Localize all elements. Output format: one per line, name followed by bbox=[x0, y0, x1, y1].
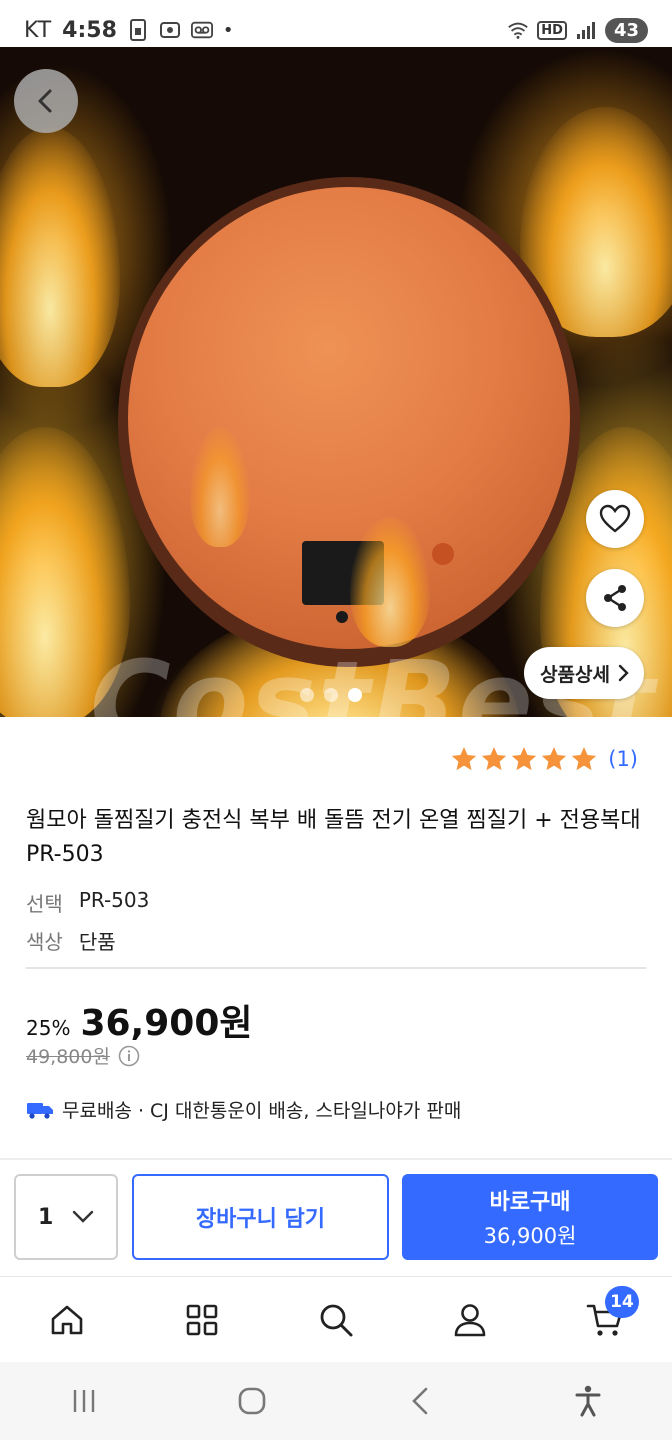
buy-now-price: 36,900원 bbox=[483, 1224, 577, 1248]
product-rating[interactable]: (1) bbox=[450, 745, 638, 773]
discount-rate: 25% bbox=[26, 1016, 71, 1040]
accessibility-button[interactable] bbox=[548, 1371, 628, 1431]
back-button[interactable] bbox=[14, 69, 78, 133]
star-icon bbox=[482, 747, 507, 771]
option-key: 선택 bbox=[26, 892, 63, 916]
carousel-page-indicator bbox=[300, 688, 362, 702]
nav-category[interactable] bbox=[162, 1280, 242, 1360]
nav-account[interactable] bbox=[430, 1280, 510, 1360]
hd-badge: HD bbox=[537, 20, 567, 40]
sale-price: 36,900원 bbox=[80, 1003, 253, 1044]
screenshot-icon bbox=[159, 19, 181, 41]
option-row-color: 색상 단품 bbox=[26, 926, 116, 955]
chevron-right-icon bbox=[618, 664, 629, 682]
shipping-info: 무료배송 · CJ 대한통운이 배송, 스타일나야가 판매 bbox=[26, 1096, 461, 1123]
search-icon bbox=[320, 1304, 353, 1336]
product-detail-button[interactable]: 상품상세 bbox=[524, 647, 644, 699]
chevron-down-icon bbox=[72, 1210, 94, 1223]
sim-card-icon bbox=[127, 19, 149, 41]
home-circle-icon bbox=[238, 1387, 266, 1415]
quantity-select[interactable]: 1 bbox=[14, 1174, 118, 1260]
system-home-button[interactable] bbox=[212, 1371, 292, 1431]
back-arrow-icon bbox=[38, 89, 52, 113]
product-title: 웜모아 돌찜질기 충전식 복부 배 돌뜸 전기 온열 찜질기 + 전용복대 PR… bbox=[26, 808, 641, 867]
heart-icon bbox=[599, 504, 631, 533]
back-icon bbox=[412, 1387, 428, 1415]
notification-dot: • bbox=[222, 19, 234, 41]
cart-count-badge: 14 bbox=[605, 1285, 639, 1318]
carousel-dot-active[interactable] bbox=[348, 688, 362, 702]
flame-shape bbox=[0, 127, 120, 387]
system-back-button[interactable] bbox=[380, 1371, 460, 1431]
review-count[interactable]: (1) bbox=[608, 747, 638, 771]
recents-button[interactable] bbox=[44, 1371, 124, 1431]
nav-cart[interactable]: 14 bbox=[565, 1280, 645, 1360]
clock: 4:58 bbox=[62, 17, 117, 43]
carrier-label: KT bbox=[24, 17, 53, 43]
carousel-dot[interactable] bbox=[300, 688, 314, 702]
original-price: 49,800원 bbox=[26, 1046, 110, 1068]
product-detail-label: 상품상세 bbox=[540, 663, 610, 686]
product-image-carousel[interactable]: CostBest 상품상세 bbox=[0, 47, 672, 717]
home-icon bbox=[51, 1305, 83, 1334]
option-value: 단품 bbox=[78, 930, 116, 954]
nav-search[interactable] bbox=[296, 1280, 376, 1360]
share-icon bbox=[604, 585, 626, 611]
star-icon bbox=[572, 747, 597, 771]
wifi-icon bbox=[507, 19, 529, 41]
buy-now-label: 바로구매 bbox=[489, 1190, 571, 1215]
quantity-value: 1 bbox=[38, 1204, 54, 1230]
wishlist-button[interactable] bbox=[586, 490, 644, 548]
info-icon[interactable] bbox=[118, 1045, 140, 1067]
accessibility-icon bbox=[575, 1385, 601, 1417]
device-led bbox=[432, 543, 454, 565]
delivery-truck-icon bbox=[27, 1102, 53, 1119]
option-row-selection: 선택 PR-503 bbox=[26, 888, 149, 917]
price-row: 25% 36,900원 bbox=[26, 994, 253, 1046]
nav-home[interactable] bbox=[27, 1280, 107, 1360]
device-indicator-dot bbox=[336, 611, 348, 623]
signal-icon bbox=[575, 19, 597, 41]
voicemail-icon bbox=[190, 19, 213, 41]
shipping-text: 무료배송 · CJ 대한통운이 배송, 스타일나야가 판매 bbox=[62, 1100, 462, 1122]
buy-now-button[interactable]: 바로구매 36,900원 bbox=[402, 1174, 658, 1260]
bottom-navigation: 14 bbox=[0, 1276, 672, 1362]
account-icon bbox=[455, 1303, 486, 1336]
recents-icon bbox=[73, 1390, 95, 1412]
purchase-action-bar: 1 장바구니 담기 바로구매 36,900원 bbox=[0, 1158, 672, 1276]
share-button[interactable] bbox=[586, 569, 644, 627]
system-navigation-bar bbox=[0, 1362, 672, 1440]
section-divider bbox=[26, 967, 646, 969]
category-icon bbox=[186, 1304, 217, 1335]
battery-level: 43 bbox=[604, 17, 648, 43]
carousel-dot[interactable] bbox=[324, 688, 338, 702]
star-icon bbox=[542, 747, 567, 771]
original-price-row: 49,800원 bbox=[26, 1042, 140, 1069]
star-icon bbox=[452, 747, 477, 771]
option-value: PR-503 bbox=[78, 888, 150, 912]
add-to-cart-button[interactable]: 장바구니 담기 bbox=[132, 1174, 389, 1260]
option-key: 색상 bbox=[26, 930, 63, 954]
star-icon bbox=[512, 747, 537, 771]
